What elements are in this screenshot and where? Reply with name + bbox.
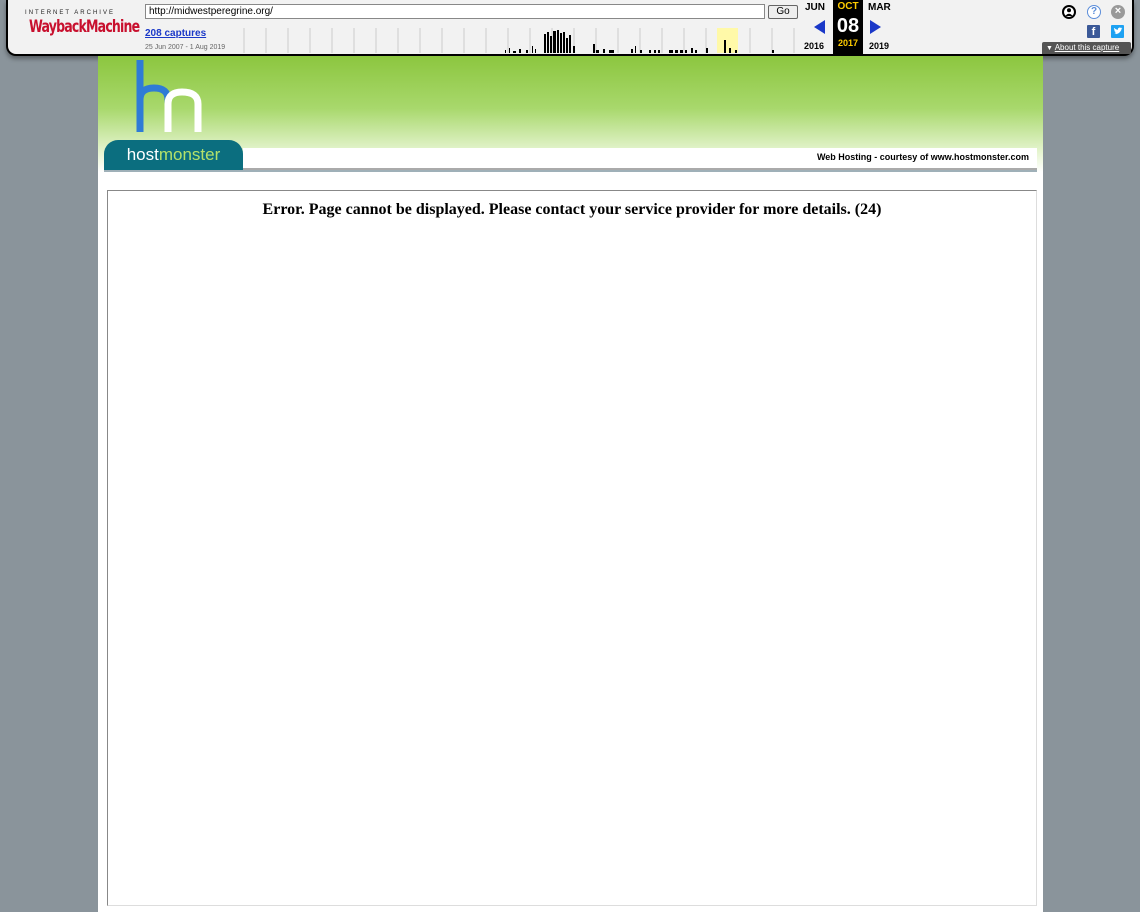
wordmark-host: host bbox=[126, 145, 159, 164]
prev-capture-arrow-icon[interactable] bbox=[814, 20, 825, 34]
logo-top-text: INTERNET ARCHIVE bbox=[25, 10, 115, 16]
facebook-icon[interactable]: f bbox=[1087, 25, 1100, 38]
wayback-toolbar: INTERNET ARCHIVE WaybackMachine http://m… bbox=[6, 0, 1134, 56]
wordmark-monster: monster bbox=[158, 145, 221, 164]
hosting-banner-text[interactable]: Web Hosting - courtesy of www.hostmonste… bbox=[817, 152, 1029, 162]
current-month-label: OCT bbox=[837, 1, 859, 12]
current-year-label: 2017 bbox=[833, 38, 863, 48]
about-capture-button[interactable]: ▼ About this capture bbox=[1042, 42, 1131, 54]
close-icon[interactable]: × bbox=[1111, 5, 1125, 19]
wayback-logo[interactable]: INTERNET ARCHIVE WaybackMachine bbox=[20, 6, 140, 46]
about-capture-label: About this capture bbox=[1054, 43, 1120, 52]
twitter-icon[interactable] bbox=[1111, 25, 1124, 38]
captures-range: 25 Jun 2007 - 1 Aug 2019 bbox=[145, 44, 226, 51]
hosting-banner: Web Hosting - courtesy of www.hostmonste… bbox=[243, 148, 1037, 170]
url-input[interactable]: http://midwestperegrine.org/ bbox=[145, 4, 765, 19]
hostmonster-hm-logo-icon bbox=[136, 60, 202, 132]
capture-sparkline[interactable] bbox=[243, 28, 799, 53]
header-divider bbox=[104, 170, 1037, 172]
prev-month-link[interactable]: JUN bbox=[805, 2, 825, 13]
help-icon[interactable]: ? bbox=[1087, 5, 1101, 19]
go-button[interactable]: Go bbox=[768, 5, 798, 19]
hostmonster-wordmark[interactable]: hostmonster bbox=[104, 140, 243, 170]
current-capture-date: OCT 08 2017 bbox=[833, 0, 863, 56]
captures-link[interactable]: 208 captures bbox=[145, 28, 206, 39]
next-month-link[interactable]: MAR bbox=[868, 2, 891, 13]
user-icon[interactable] bbox=[1062, 5, 1076, 19]
dropdown-triangle-icon: ▼ bbox=[1046, 45, 1053, 52]
error-frame: Error. Page cannot be displayed. Please … bbox=[107, 190, 1037, 906]
next-year-label: 2019 bbox=[869, 41, 890, 51]
current-day-label: 08 bbox=[836, 15, 860, 37]
error-message: Error. Page cannot be displayed. Please … bbox=[262, 201, 882, 218]
next-capture-arrow-icon[interactable] bbox=[870, 20, 881, 34]
logo-main-text: WaybackMachine bbox=[29, 17, 140, 37]
host-page: Web Hosting - courtesy of www.hostmonste… bbox=[98, 56, 1043, 912]
prev-year-label: 2016 bbox=[804, 41, 825, 51]
